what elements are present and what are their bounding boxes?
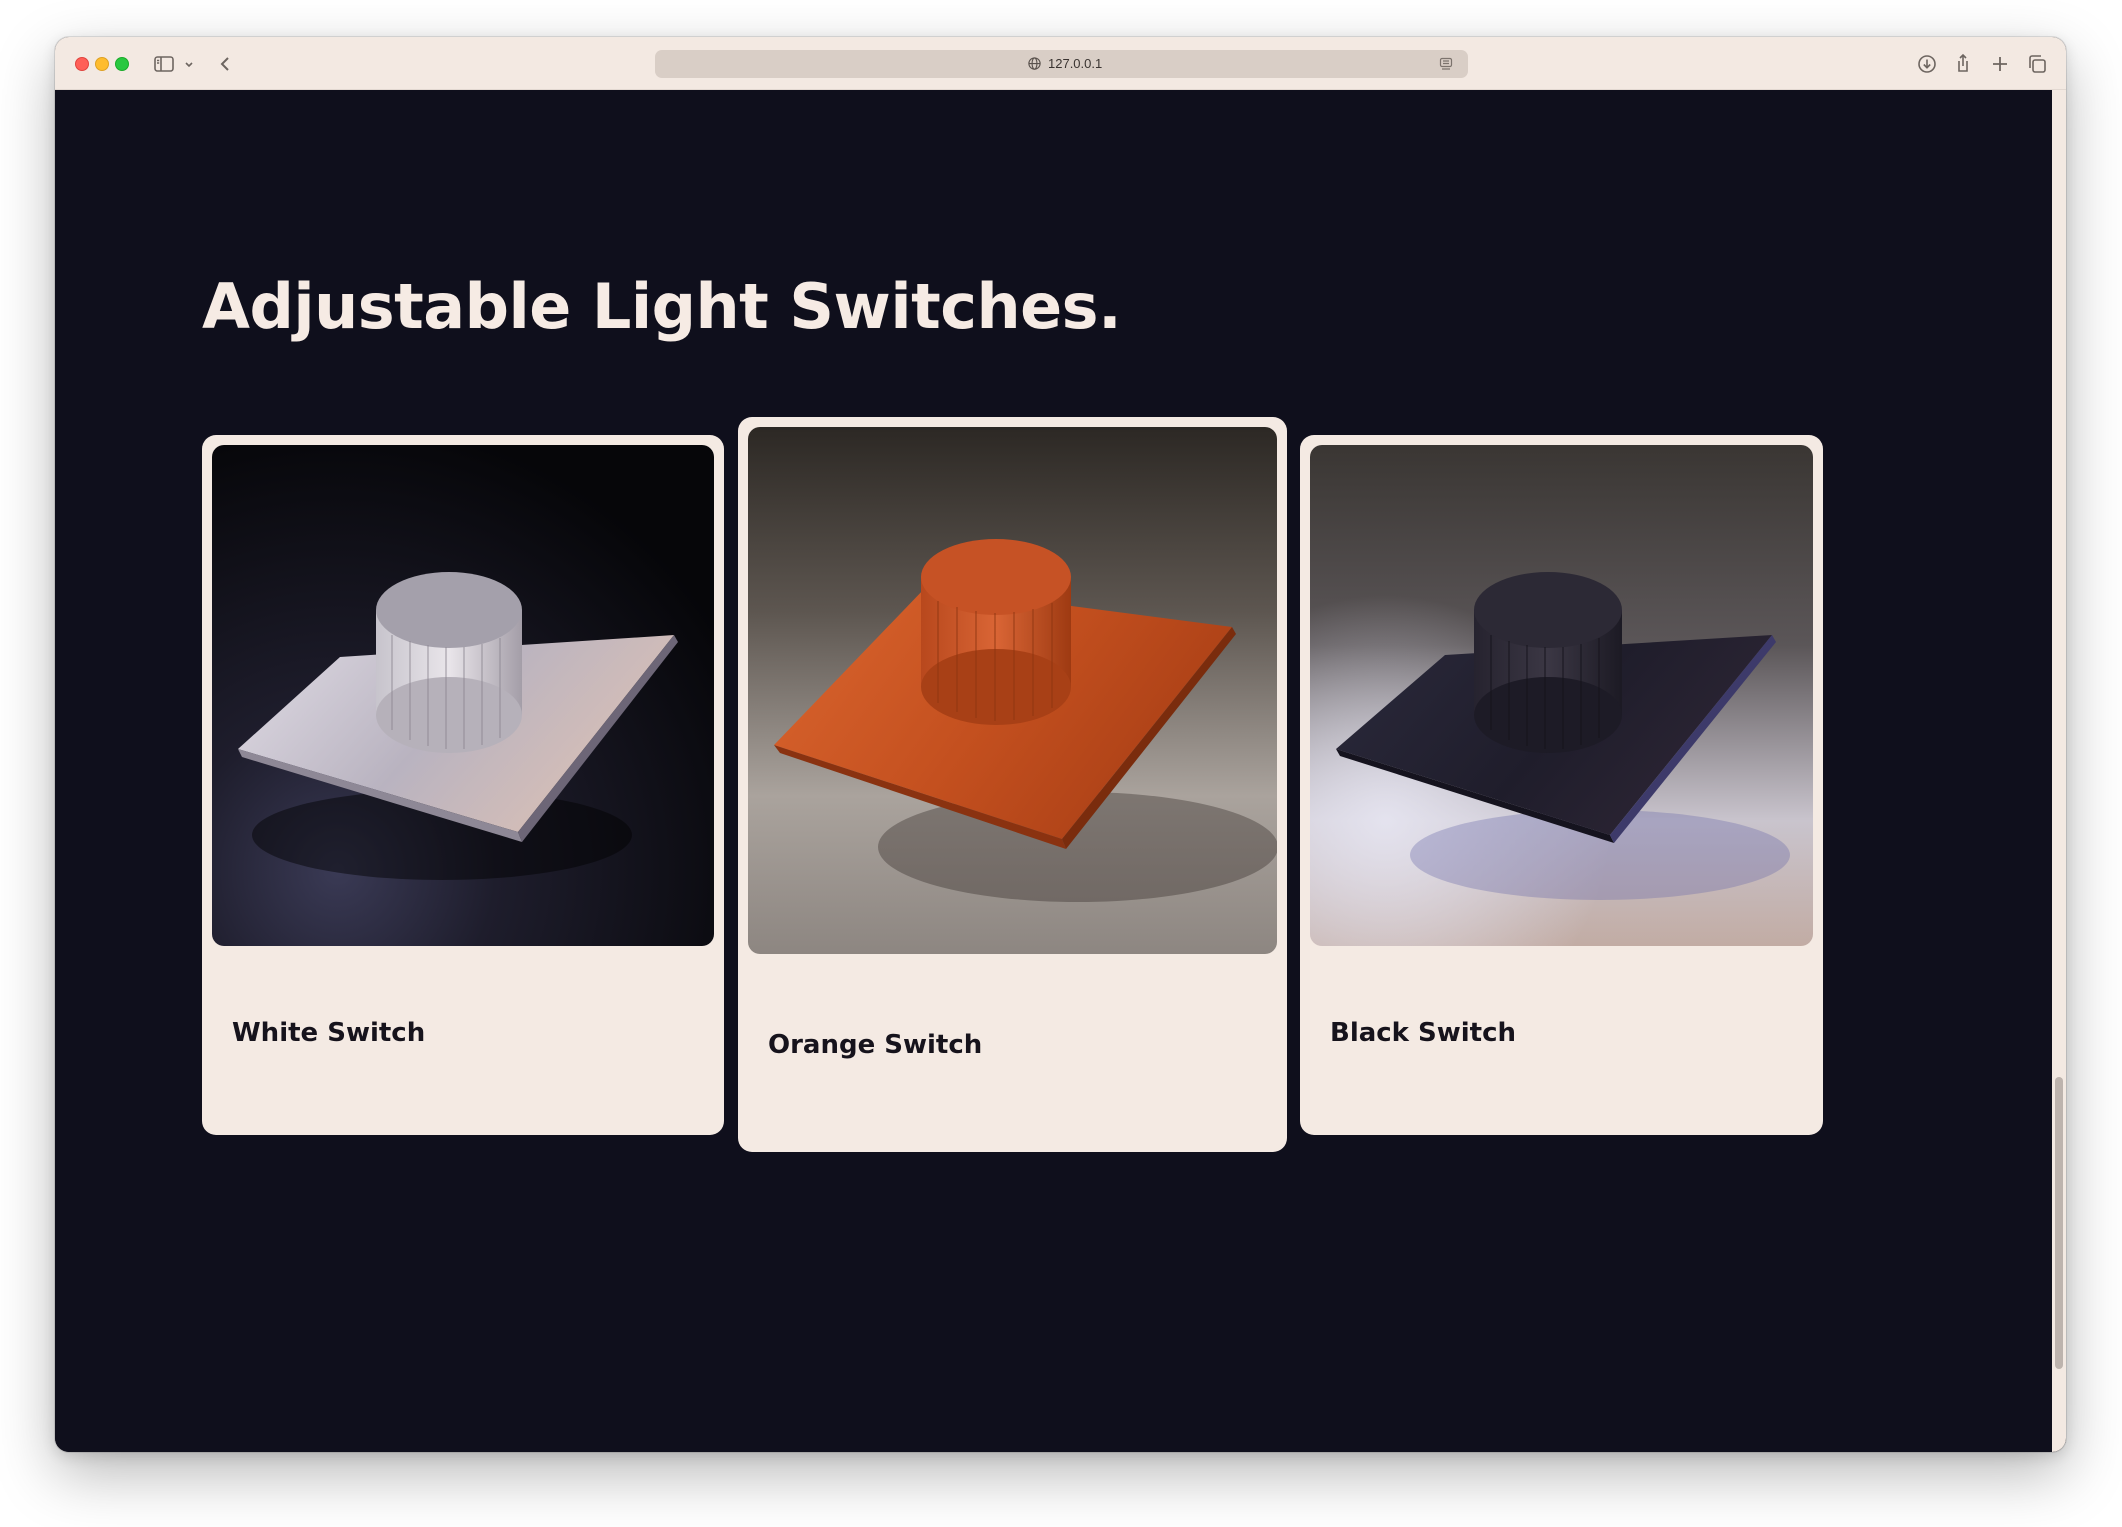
sidebar-icon[interactable] xyxy=(151,51,177,77)
minimize-window-button[interactable] xyxy=(95,57,109,71)
black-switch-image xyxy=(1310,445,1813,946)
globe-icon xyxy=(1027,56,1042,71)
chevron-left-icon[interactable] xyxy=(213,51,239,77)
close-window-button[interactable] xyxy=(75,57,89,71)
product-card-label: White Switch xyxy=(232,1018,426,1048)
maximize-window-button[interactable] xyxy=(115,57,129,71)
share-icon[interactable] xyxy=(1950,51,1976,77)
orange-switch-image xyxy=(748,427,1277,954)
browser-toolbar: 127.0.0.1 xyxy=(55,37,2066,90)
product-card-label: Black Switch xyxy=(1330,1018,1517,1048)
tabs-overview-icon[interactable] xyxy=(2024,51,2050,77)
section-heading: Adjustable Light Switches. xyxy=(202,270,1122,343)
download-icon[interactable] xyxy=(1914,51,1940,77)
white-switch-image xyxy=(212,445,714,946)
product-card-orange[interactable]: Orange Switch xyxy=(738,417,1287,1152)
product-card-white[interactable]: White Switch xyxy=(202,435,724,1135)
reader-icon[interactable] xyxy=(1438,56,1454,72)
plus-icon[interactable] xyxy=(1987,51,2013,77)
product-card-label: Orange Switch xyxy=(768,1030,983,1060)
scrollbar-thumb[interactable] xyxy=(2055,1077,2063,1369)
address-bar[interactable]: 127.0.0.1 xyxy=(655,50,1468,78)
chevron-down-icon[interactable] xyxy=(181,51,197,77)
url-text: 127.0.0.1 xyxy=(1048,56,1103,71)
product-card-black[interactable]: Black Switch xyxy=(1300,435,1823,1135)
